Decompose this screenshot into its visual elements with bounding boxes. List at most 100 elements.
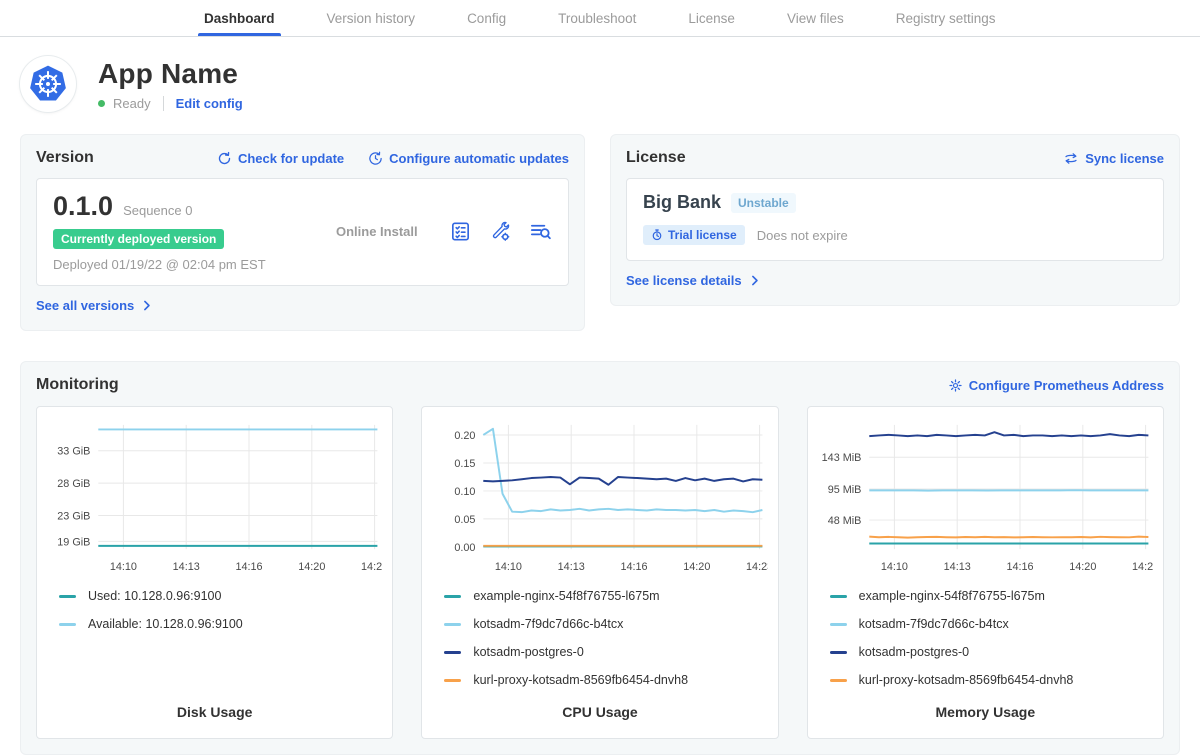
customer-name: Big Bank [643,192,721,213]
memory-usage-chart-card: 143 MiB95 MiB48 MiB14:1014:1314:1614:201… [807,406,1164,739]
tab-troubleshoot[interactable]: Troubleshoot [532,0,662,36]
svg-text:0.00: 0.00 [455,542,476,554]
svg-text:14:10: 14:10 [110,561,137,573]
chevron-right-icon [748,274,761,287]
disk-usage-legend: Used: 10.128.0.96:9100 Available: 10.128.… [47,587,382,634]
legend-swatch [444,623,461,626]
legend-item: kotsadm-7f9dc7d66c-b4tcx [830,615,1153,634]
legend-item: example-nginx-54f8f76755-l675m [830,587,1153,606]
install-type-label: Online Install [278,224,449,239]
legend-swatch [830,623,847,626]
deployed-status-badge: Currently deployed version [53,229,224,249]
legend-swatch [444,595,461,598]
legend-label: kotsadm-7f9dc7d66c-b4tcx [473,617,623,631]
wrench-gear-icon [489,220,512,243]
refresh-icon [217,151,232,166]
disk-usage-chart-card: 33 GiB 28 GiB 23 GiB 19 GiB 14:10 14:13 14:16 1… [36,406,393,739]
see-license-details-link[interactable]: See license details [626,273,761,288]
configure-automatic-updates-link[interactable]: Configure automatic updates [368,151,569,166]
trial-license-badge: Trial license [643,225,745,245]
legend-item: Used: 10.128.0.96:9100 [59,587,382,606]
configure-prometheus-link[interactable]: Configure Prometheus Address [948,378,1164,393]
svg-text:28 GiB: 28 GiB [57,478,90,490]
legend-swatch [830,595,847,598]
legend-label: Used: 10.128.0.96:9100 [88,589,221,603]
cpu-usage-title: CPU Usage [432,690,767,720]
svg-text:14:23: 14:23 [1132,561,1153,573]
app-header-text: App Name Ready Edit config [98,58,243,111]
chevron-right-icon [140,299,153,312]
svg-text:14:10: 14:10 [881,561,908,573]
legend-item: Available: 10.128.0.96:9100 [59,615,382,634]
disk-usage-chart: 33 GiB 28 GiB 23 GiB 19 GiB 14:10 14:13 14:16 1… [47,417,382,577]
sequence-label: Sequence 0 [123,203,192,218]
see-all-versions-link[interactable]: See all versions [36,298,153,313]
charts-row: 33 GiB 28 GiB 23 GiB 19 GiB 14:10 14:13 14:16 1… [36,406,1164,739]
top-nav-tabs: DashboardVersion historyConfigTroublesho… [0,0,1200,37]
gear-icon [948,378,963,393]
tab-view-files[interactable]: View files [761,0,870,36]
stopwatch-icon [651,229,663,241]
memory-usage-legend: example-nginx-54f8f76755-l675m kotsadm-7f… [818,587,1153,690]
monitoring-title: Monitoring [36,376,119,394]
svg-text:14:20: 14:20 [684,561,711,573]
edit-config-link[interactable]: Edit config [176,96,243,111]
legend-label: kurl-proxy-kotsadm-8569fb6454-dnvh8 [473,673,688,687]
lines-magnifier-icon [529,220,552,243]
legend-label: kotsadm-postgres-0 [473,645,583,659]
tab-version-history[interactable]: Version history [301,0,442,36]
svg-text:14:16: 14:16 [621,561,648,573]
version-number: 0.1.0 [53,191,113,222]
checklist-icon [449,220,472,243]
memory-usage-title: Memory Usage [818,690,1153,720]
svg-text:14:23: 14:23 [361,561,382,573]
svg-text:19 GiB: 19 GiB [57,536,90,548]
legend-swatch [444,679,461,682]
preflight-checks-button[interactable] [449,220,472,243]
app-title: App Name [98,58,243,90]
check-for-update-link[interactable]: Check for update [217,151,344,166]
version-card: Version Check for update Configure au [20,134,585,331]
channel-badge: Unstable [731,193,796,213]
legend-label: kurl-proxy-kotsadm-8569fb6454-dnvh8 [859,673,1074,687]
clock-refresh-icon [368,151,383,166]
svg-text:0.10: 0.10 [455,486,476,498]
tab-config[interactable]: Config [441,0,532,36]
disk-usage-title: Disk Usage [47,690,382,720]
tab-registry-settings[interactable]: Registry settings [870,0,1022,36]
legend-swatch [59,595,76,598]
svg-text:0.05: 0.05 [455,514,476,526]
svg-text:14:23: 14:23 [746,561,767,573]
svg-text:14:13: 14:13 [943,561,970,573]
memory-usage-chart: 143 MiB95 MiB48 MiB14:1014:1314:1614:201… [818,417,1153,577]
legend-swatch [830,651,847,654]
svg-text:33 GiB: 33 GiB [57,446,90,458]
cpu-usage-chart: 0.200.150.100.050.0014:1014:1314:1614:20… [432,417,767,577]
monitoring-panel: Monitoring Configure Prometheus Address … [20,361,1180,755]
kubernetes-logo-icon [20,56,76,112]
legend-item: kotsadm-7f9dc7d66c-b4tcx [444,615,767,634]
status-ready-dot [98,100,105,107]
legend-item: kotsadm-postgres-0 [830,643,1153,662]
view-diff-button[interactable] [529,220,552,243]
legend-item: kotsadm-postgres-0 [444,643,767,662]
svg-text:14:13: 14:13 [558,561,585,573]
svg-text:14:10: 14:10 [495,561,522,573]
license-card-title: License [626,149,686,167]
tab-license[interactable]: License [662,0,761,36]
edit-config-button[interactable] [489,220,512,243]
svg-text:95 MiB: 95 MiB [827,484,861,496]
legend-swatch [59,623,76,626]
tab-dashboard[interactable]: Dashboard [178,0,301,36]
svg-text:14:13: 14:13 [173,561,200,573]
version-card-title: Version [36,149,94,167]
svg-text:14:20: 14:20 [298,561,325,573]
deployed-timestamp: Deployed 01/19/22 @ 02:04 pm EST [53,257,278,272]
svg-text:143 MiB: 143 MiB [821,452,861,464]
deployed-version-row: 0.1.0 Sequence 0 Currently deployed vers… [36,178,569,286]
sync-license-link[interactable]: Sync license [1063,151,1164,166]
svg-text:23 GiB: 23 GiB [57,510,90,522]
app-header: App Name Ready Edit config [20,56,1180,112]
svg-text:14:16: 14:16 [235,561,262,573]
legend-label: example-nginx-54f8f76755-l675m [473,589,659,603]
